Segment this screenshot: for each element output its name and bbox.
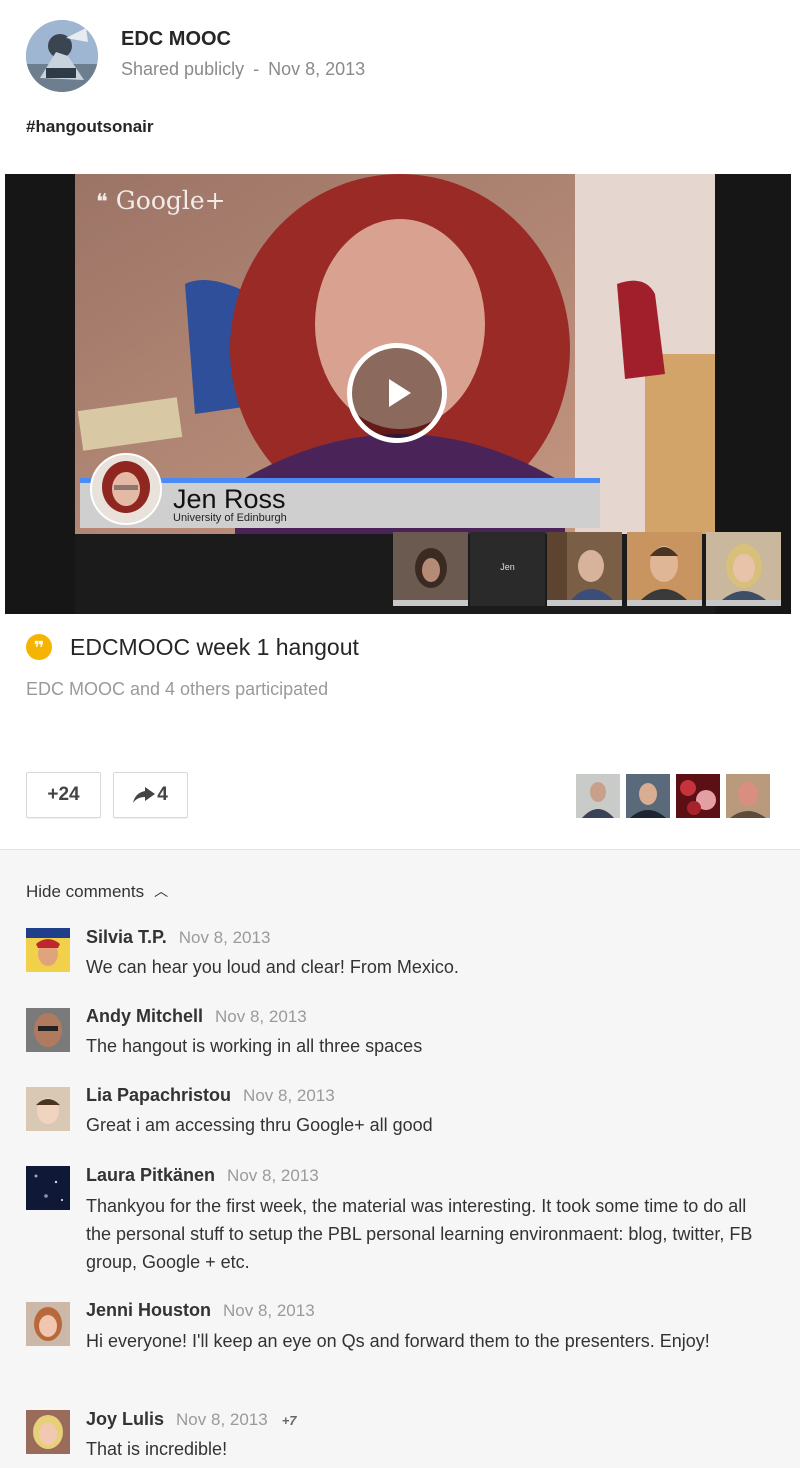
comment-date[interactable]: Nov 8, 2013 <box>243 1086 335 1105</box>
comment-date[interactable]: Nov 8, 2013 <box>227 1166 319 1185</box>
meta-separator: - <box>253 59 260 79</box>
participant-thumbnail[interactable] <box>393 532 468 606</box>
plusser-avatar[interactable] <box>676 774 720 818</box>
comment-author-name[interactable]: Lia Papachristou <box>86 1085 231 1105</box>
comment-text: Hi everyone! I'll keep an eye on Qs and … <box>86 1331 710 1351</box>
comment-date[interactable]: Nov 8, 2013 <box>179 928 271 947</box>
comment-author[interactable]: Andy Mitchell Nov 8, 2013 <box>86 1006 307 1027</box>
comment-author[interactable]: Silvia T.P. Nov 8, 2013 <box>86 927 270 948</box>
comment-author-name[interactable]: Laura Pitkänen <box>86 1165 215 1185</box>
comment-author-name[interactable]: Joy Lulis <box>86 1409 164 1429</box>
comment-date[interactable]: Nov 8, 2013 <box>215 1007 307 1026</box>
comment-avatar[interactable] <box>26 1087 70 1131</box>
thumbnail-label: Jen <box>500 562 515 572</box>
comment-plus-count[interactable]: +7 <box>282 1413 297 1428</box>
plus-one-count: +24 <box>47 784 80 805</box>
google-plus-logo: ❝ Google+ <box>96 186 226 215</box>
logo-text: Google+ <box>115 186 226 215</box>
hangouts-icon: ❞ <box>26 634 52 660</box>
share-button[interactable]: 4 <box>113 772 188 818</box>
comment-author[interactable]: Lia Papachristou Nov 8, 2013 <box>86 1085 335 1106</box>
play-button[interactable] <box>347 343 447 443</box>
hashtag-link[interactable]: #hangoutsonair <box>26 117 154 137</box>
comment-author[interactable]: Laura Pitkänen Nov 8, 2013 <box>86 1165 319 1186</box>
post-meta: Shared publicly - Nov 8, 2013 <box>121 59 365 80</box>
post-date[interactable]: Nov 8, 2013 <box>268 59 365 79</box>
comment-author-name[interactable]: Silvia T.P. <box>86 927 167 947</box>
participants-summary[interactable]: EDC MOOC and 4 others participated <box>26 679 328 700</box>
comment-author[interactable]: Jenni Houston Nov 8, 2013 <box>86 1300 315 1321</box>
plusser-avatar[interactable] <box>626 774 670 818</box>
comment-text: We can hear you loud and clear! From Mex… <box>86 957 459 977</box>
play-icon <box>389 379 411 407</box>
speaker-name: Jen Ross <box>173 484 286 514</box>
visibility-label[interactable]: Shared publicly <box>121 59 244 79</box>
hangout-title[interactable]: EDCMOOC week 1 hangout <box>70 634 359 661</box>
comment-avatar[interactable] <box>26 1166 70 1210</box>
comment-text: The hangout is working in all three spac… <box>86 1036 423 1056</box>
chevron-up-icon: ︿ <box>154 883 169 899</box>
post-author-name[interactable]: EDC MOOC <box>121 28 231 51</box>
plusser-avatar[interactable] <box>726 774 770 818</box>
speaker-org: University of Edinburgh <box>173 512 287 524</box>
comment-author-name[interactable]: Andy Mitchell <box>86 1006 203 1026</box>
share-count: 4 <box>157 784 168 805</box>
plusser-avatar[interactable] <box>576 774 620 818</box>
comment-avatar[interactable] <box>26 1008 70 1052</box>
comment-avatar[interactable] <box>26 928 70 972</box>
share-arrow-icon <box>133 787 156 803</box>
comment-text: Thankyou for the first week, the materia… <box>86 1196 753 1272</box>
comment-date[interactable]: Nov 8, 2013 <box>223 1301 315 1320</box>
hangouts-bubble-icon: ❝ <box>96 190 108 215</box>
comment-author[interactable]: Joy Lulis Nov 8, 2013 +7 <box>86 1409 297 1430</box>
comment-text: Great i am accessing thru Google+ all go… <box>86 1115 433 1135</box>
hide-comments-label: Hide comments <box>26 882 145 901</box>
participant-thumbnail[interactable] <box>627 532 702 606</box>
comment-avatar[interactable] <box>26 1302 70 1346</box>
comment-date[interactable]: Nov 8, 2013 <box>176 1410 268 1429</box>
plus-one-button[interactable]: +24 <box>26 772 101 818</box>
participant-thumbnail[interactable]: Jen <box>470 532 545 606</box>
comment-author-name[interactable]: Jenni Houston <box>86 1300 211 1320</box>
speaker-avatar <box>90 453 162 525</box>
comment-avatar[interactable] <box>26 1410 70 1454</box>
hide-comments-toggle[interactable]: Hide comments ︿ <box>26 881 168 902</box>
comment-text: That is incredible! <box>86 1439 228 1459</box>
participant-thumbnail[interactable] <box>547 532 622 606</box>
participant-thumbnail[interactable] <box>706 532 781 606</box>
author-avatar[interactable] <box>26 20 98 92</box>
